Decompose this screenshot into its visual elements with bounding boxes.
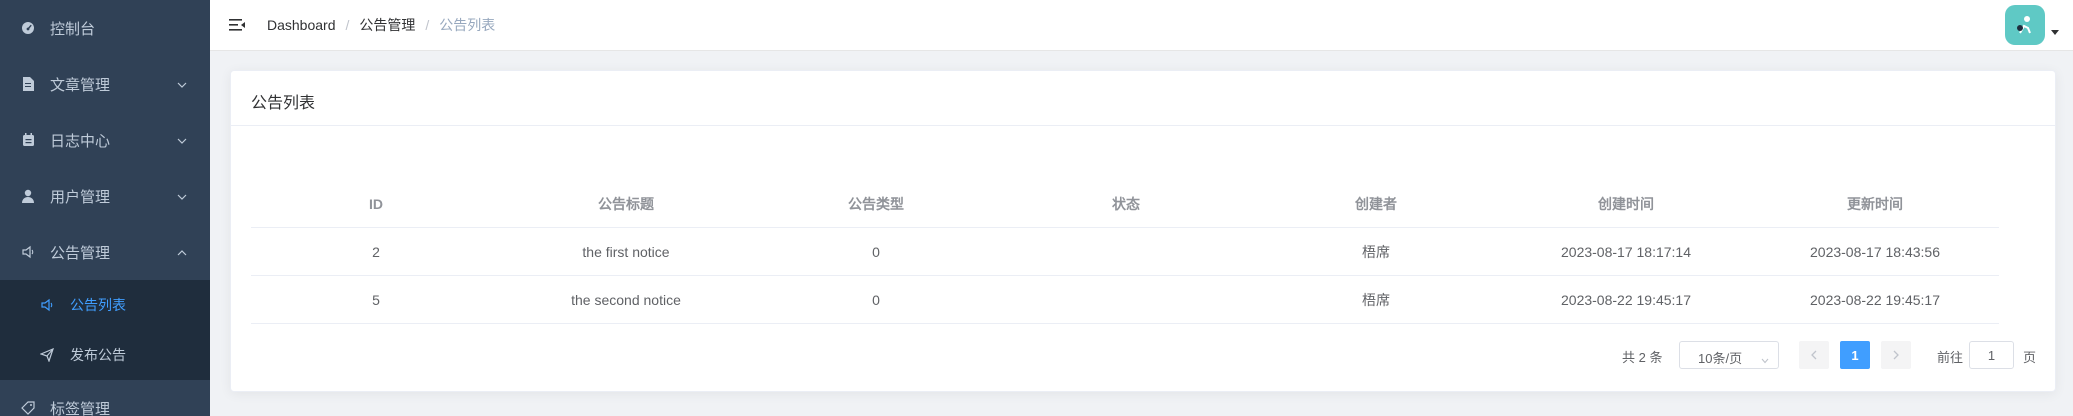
- notice-list-card: 公告列表 ID 公告标题 公告类型 状态 创建者 创建时间 更新时间 2 the…: [230, 70, 2056, 392]
- avatar-figure-icon: [2017, 16, 2031, 34]
- table-row[interactable]: 5 the second notice 0 梧席 2023-08-22 19:4…: [251, 276, 1999, 324]
- table-cell: 0: [872, 291, 880, 308]
- pagination-total: 共 2 条: [1622, 350, 1663, 365]
- menu-fold-icon[interactable]: [228, 16, 246, 34]
- table-cell: 0: [872, 243, 880, 260]
- column-header: 创建时间: [1598, 195, 1654, 212]
- column-header: 公告类型: [848, 195, 904, 212]
- sidebar-item-tags[interactable]: 标签管理: [0, 380, 210, 416]
- breadcrumb-item-notices: 公告管理: [359, 17, 416, 33]
- sidebar: 控制台 文章管理 日志中心 用户管理 公告管理 公告列表 发布公告 标签管理: [0, 0, 210, 416]
- notice-table: ID 公告标题 公告类型 状态 创建者 创建时间 更新时间 2 the firs…: [251, 180, 1999, 324]
- dashboard-icon: [20, 20, 36, 36]
- table-cell: 梧席: [1362, 291, 1390, 308]
- navbar: Dashboard / 公告管理 / 公告列表: [210, 0, 2073, 51]
- card-title: 公告列表: [231, 71, 2055, 126]
- sidebar-item-label: 标签管理: [50, 400, 111, 416]
- chevron-left-icon: [1811, 350, 1817, 360]
- table-cell: 2023-08-17 18:43:56: [1810, 243, 1940, 260]
- breadcrumb-item-dashboard[interactable]: Dashboard: [267, 17, 336, 33]
- submenu-item-label: 公告列表: [70, 297, 126, 313]
- submenu-item-publish-notice[interactable]: 发布公告: [0, 330, 210, 380]
- table-header-row: ID 公告标题 公告类型 状态 创建者 创建时间 更新时间: [251, 180, 1999, 228]
- breadcrumb-item-current: 公告列表: [439, 17, 496, 33]
- table-cell: 2023-08-22 19:45:17: [1810, 291, 1940, 308]
- table-cell: 梧席: [1362, 243, 1390, 260]
- sidebar-item-users[interactable]: 用户管理: [0, 168, 210, 224]
- pagination: 共 2 条 10条/页 1 前往 页: [231, 341, 2057, 369]
- jumper-label: 前往: [1937, 350, 1964, 365]
- breadcrumb-separator: /: [345, 17, 350, 33]
- speaker-icon: [40, 298, 54, 312]
- table-cell: the second notice: [571, 291, 681, 308]
- page-size-value: 10条/页: [1698, 351, 1743, 366]
- document-icon: [20, 76, 36, 92]
- prev-page-button[interactable]: [1799, 341, 1829, 369]
- chevron-down-icon: [176, 134, 188, 146]
- column-header: ID: [369, 195, 383, 212]
- sidebar-item-label: 公告管理: [50, 244, 111, 262]
- sidebar-item-label: 文章管理: [50, 76, 111, 94]
- table-cell: 2023-08-17 18:17:14: [1561, 243, 1691, 260]
- submenu-item-label: 发布公告: [70, 347, 126, 363]
- column-header: 创建者: [1355, 195, 1397, 212]
- send-icon: [39, 347, 54, 363]
- chevron-down-icon: [1761, 353, 1769, 364]
- avatar[interactable]: [2005, 5, 2045, 45]
- chevron-right-icon: [1893, 350, 1899, 360]
- page-number-button[interactable]: 1: [1840, 341, 1870, 369]
- submenu-item-notice-list[interactable]: 公告列表: [0, 280, 210, 330]
- table-cell: 2: [372, 243, 380, 260]
- user-icon: [20, 188, 36, 204]
- caret-down-icon[interactable]: [2051, 30, 2059, 35]
- chevron-up-icon: [176, 246, 188, 258]
- breadcrumb-separator: /: [425, 17, 430, 33]
- sidebar-item-label: 用户管理: [50, 188, 111, 206]
- table-cell: the first notice: [582, 243, 670, 260]
- breadcrumb: Dashboard / 公告管理 / 公告列表: [267, 15, 495, 35]
- chevron-down-icon: [176, 190, 188, 202]
- log-icon: [20, 132, 36, 148]
- next-page-button[interactable]: [1881, 341, 1911, 369]
- sidebar-item-label: 日志中心: [50, 132, 111, 150]
- table-row[interactable]: 2 the first notice 0 梧席 2023-08-17 18:17…: [251, 228, 1999, 276]
- sidebar-item-articles[interactable]: 文章管理: [0, 56, 210, 112]
- column-header: 更新时间: [1847, 195, 1903, 212]
- sidebar-item-dashboard[interactable]: 控制台: [0, 0, 210, 56]
- jumper-suffix: 页: [2023, 350, 2037, 365]
- page-size-select[interactable]: 10条/页: [1679, 341, 1779, 369]
- speaker-icon: [20, 244, 36, 260]
- sidebar-item-logs[interactable]: 日志中心: [0, 112, 210, 168]
- chevron-down-icon: [176, 78, 188, 90]
- column-header: 公告标题: [598, 195, 654, 212]
- table-cell: 2023-08-22 19:45:17: [1561, 291, 1691, 308]
- tag-icon: [20, 400, 36, 416]
- sidebar-item-label: 控制台: [50, 20, 96, 38]
- column-header: 状态: [1112, 195, 1140, 212]
- sidebar-item-notices[interactable]: 公告管理: [0, 224, 210, 280]
- page-jumper-input[interactable]: [1969, 341, 2014, 369]
- table-cell: 5: [372, 291, 380, 308]
- notice-submenu: 公告列表 发布公告: [0, 280, 210, 380]
